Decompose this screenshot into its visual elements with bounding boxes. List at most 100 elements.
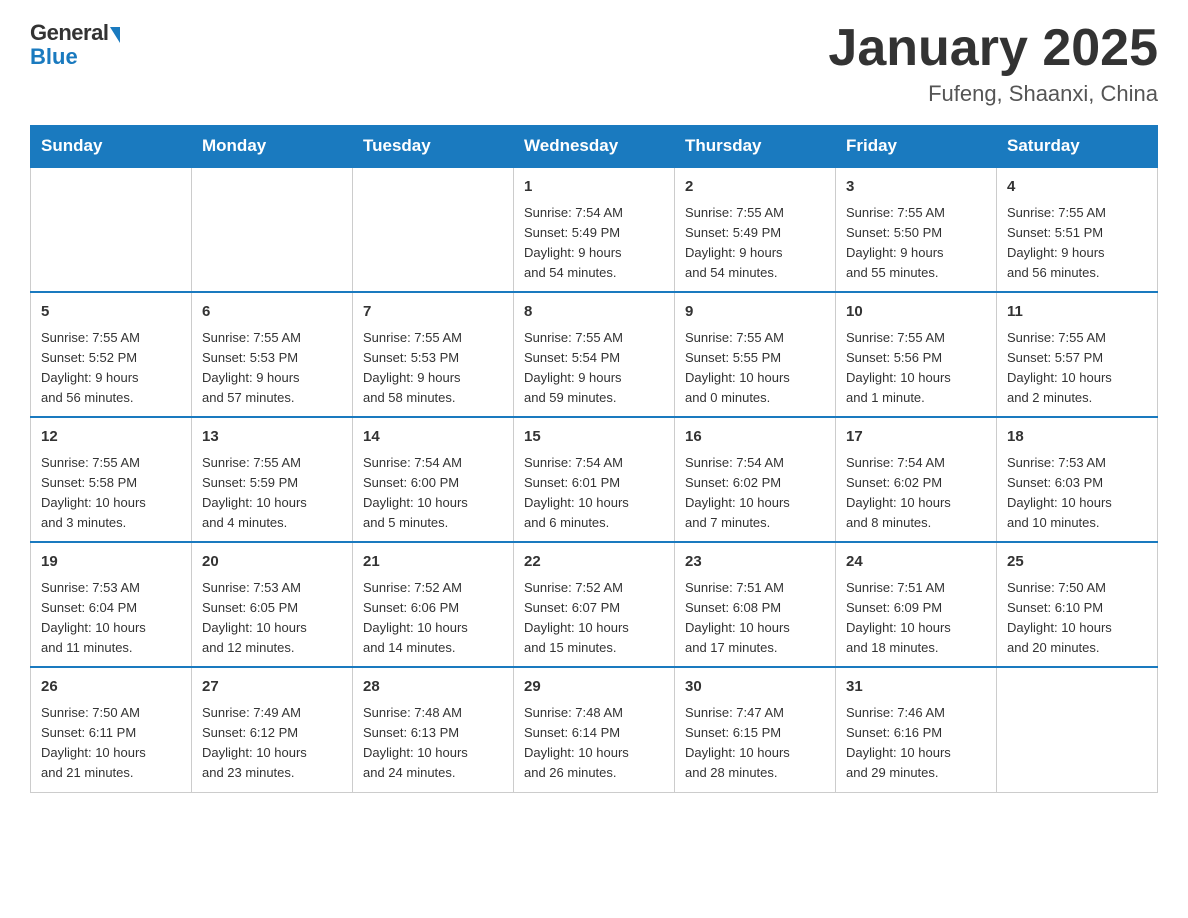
day-number: 8 bbox=[524, 301, 664, 324]
day-cell: 3 Sunrise: 7:55 AM Sunset: 5:50 PM Daylig… bbox=[836, 167, 997, 292]
day-number: 10 bbox=[846, 301, 986, 324]
day-info: Sunrise: 7:54 AM Sunset: 6:00 PM Dayligh… bbox=[363, 453, 503, 534]
day-info: Sunrise: 7:54 AM Sunset: 5:49 PM Dayligh… bbox=[524, 203, 664, 284]
day-cell: 16 Sunrise: 7:54 AM Sunset: 6:02 PM Dayli… bbox=[675, 417, 836, 542]
calendar-header: SundayMondayTuesdayWednesdayThursdayFrid… bbox=[31, 126, 1158, 168]
day-info: Sunrise: 7:51 AM Sunset: 6:09 PM Dayligh… bbox=[846, 578, 986, 659]
day-number: 20 bbox=[202, 551, 342, 574]
day-number: 1 bbox=[524, 176, 664, 199]
logo: General Blue bbox=[30, 20, 120, 70]
day-cell: 28Sunrise: 7:48 AM Sunset: 6:13 PM Dayli… bbox=[353, 667, 514, 792]
day-info: Sunrise: 7:54 AM Sunset: 6:02 PM Dayligh… bbox=[846, 453, 986, 534]
header-cell-friday: Friday bbox=[836, 126, 997, 168]
day-cell: 22 Sunrise: 7:52 AM Sunset: 6:07 PM Dayli… bbox=[514, 542, 675, 667]
day-info: Sunrise: 7:55 AM Sunset: 5:58 PM Dayligh… bbox=[41, 453, 181, 534]
week-row-1: 5Sunrise: 7:55 AM Sunset: 5:52 PM Daylig… bbox=[31, 292, 1158, 417]
day-info: Sunrise: 7:55 AM Sunset: 5:49 PM Dayligh… bbox=[685, 203, 825, 284]
calendar-body: 1 Sunrise: 7:54 AM Sunset: 5:49 PM Daylig… bbox=[31, 167, 1158, 792]
title-block: January 2025 Fufeng, Shaanxi, China bbox=[828, 20, 1158, 107]
day-number: 2 bbox=[685, 176, 825, 199]
week-row-2: 12 Sunrise: 7:55 AM Sunset: 5:58 PM Dayli… bbox=[31, 417, 1158, 542]
day-number: 26 bbox=[41, 676, 181, 699]
week-row-4: 26 Sunrise: 7:50 AM Sunset: 6:11 PM Dayli… bbox=[31, 667, 1158, 792]
day-number: 25 bbox=[1007, 551, 1147, 574]
week-row-0: 1 Sunrise: 7:54 AM Sunset: 5:49 PM Daylig… bbox=[31, 167, 1158, 292]
day-number: 17 bbox=[846, 426, 986, 449]
day-cell bbox=[192, 167, 353, 292]
logo-general-text: General bbox=[30, 20, 108, 46]
day-cell bbox=[31, 167, 192, 292]
day-info: Sunrise: 7:54 AM Sunset: 6:01 PM Dayligh… bbox=[524, 453, 664, 534]
day-info: Sunrise: 7:49 AM Sunset: 6:12 PM Dayligh… bbox=[202, 703, 342, 784]
day-info: Sunrise: 7:53 AM Sunset: 6:04 PM Dayligh… bbox=[41, 578, 181, 659]
day-info: Sunrise: 7:54 AM Sunset: 6:02 PM Dayligh… bbox=[685, 453, 825, 534]
week-row-3: 19 Sunrise: 7:53 AM Sunset: 6:04 PM Dayli… bbox=[31, 542, 1158, 667]
day-info: Sunrise: 7:55 AM Sunset: 5:51 PM Dayligh… bbox=[1007, 203, 1147, 284]
day-cell: 30Sunrise: 7:47 AM Sunset: 6:15 PM Dayli… bbox=[675, 667, 836, 792]
day-number: 29 bbox=[524, 676, 664, 699]
header-cell-saturday: Saturday bbox=[997, 126, 1158, 168]
header-cell-monday: Monday bbox=[192, 126, 353, 168]
day-info: Sunrise: 7:55 AM Sunset: 5:50 PM Dayligh… bbox=[846, 203, 986, 284]
day-cell: 23 Sunrise: 7:51 AM Sunset: 6:08 PM Dayli… bbox=[675, 542, 836, 667]
day-cell: 31 Sunrise: 7:46 AM Sunset: 6:16 PM Dayli… bbox=[836, 667, 997, 792]
day-cell: 14Sunrise: 7:54 AM Sunset: 6:00 PM Dayli… bbox=[353, 417, 514, 542]
day-number: 12 bbox=[41, 426, 181, 449]
day-number: 16 bbox=[685, 426, 825, 449]
day-info: Sunrise: 7:48 AM Sunset: 6:14 PM Dayligh… bbox=[524, 703, 664, 784]
day-cell: 5Sunrise: 7:55 AM Sunset: 5:52 PM Daylig… bbox=[31, 292, 192, 417]
day-info: Sunrise: 7:55 AM Sunset: 5:56 PM Dayligh… bbox=[846, 328, 986, 409]
day-number: 30 bbox=[685, 676, 825, 699]
day-number: 9 bbox=[685, 301, 825, 324]
day-number: 19 bbox=[41, 551, 181, 574]
day-info: Sunrise: 7:55 AM Sunset: 5:54 PM Dayligh… bbox=[524, 328, 664, 409]
day-info: Sunrise: 7:52 AM Sunset: 6:07 PM Dayligh… bbox=[524, 578, 664, 659]
day-info: Sunrise: 7:55 AM Sunset: 5:52 PM Dayligh… bbox=[41, 328, 181, 409]
day-cell: 4 Sunrise: 7:55 AM Sunset: 5:51 PM Daylig… bbox=[997, 167, 1158, 292]
day-cell: 27Sunrise: 7:49 AM Sunset: 6:12 PM Dayli… bbox=[192, 667, 353, 792]
day-number: 6 bbox=[202, 301, 342, 324]
day-info: Sunrise: 7:55 AM Sunset: 5:57 PM Dayligh… bbox=[1007, 328, 1147, 409]
day-cell: 29 Sunrise: 7:48 AM Sunset: 6:14 PM Dayli… bbox=[514, 667, 675, 792]
day-info: Sunrise: 7:50 AM Sunset: 6:10 PM Dayligh… bbox=[1007, 578, 1147, 659]
day-cell: 2 Sunrise: 7:55 AM Sunset: 5:49 PM Daylig… bbox=[675, 167, 836, 292]
day-number: 23 bbox=[685, 551, 825, 574]
day-info: Sunrise: 7:46 AM Sunset: 6:16 PM Dayligh… bbox=[846, 703, 986, 784]
day-info: Sunrise: 7:52 AM Sunset: 6:06 PM Dayligh… bbox=[363, 578, 503, 659]
day-cell: 21Sunrise: 7:52 AM Sunset: 6:06 PM Dayli… bbox=[353, 542, 514, 667]
day-number: 18 bbox=[1007, 426, 1147, 449]
day-cell: 18 Sunrise: 7:53 AM Sunset: 6:03 PM Dayli… bbox=[997, 417, 1158, 542]
day-info: Sunrise: 7:50 AM Sunset: 6:11 PM Dayligh… bbox=[41, 703, 181, 784]
day-info: Sunrise: 7:48 AM Sunset: 6:13 PM Dayligh… bbox=[363, 703, 503, 784]
day-number: 4 bbox=[1007, 176, 1147, 199]
day-cell: 20Sunrise: 7:53 AM Sunset: 6:05 PM Dayli… bbox=[192, 542, 353, 667]
day-cell: 9Sunrise: 7:55 AM Sunset: 5:55 PM Daylig… bbox=[675, 292, 836, 417]
location-text: Fufeng, Shaanxi, China bbox=[828, 81, 1158, 107]
day-number: 24 bbox=[846, 551, 986, 574]
day-info: Sunrise: 7:53 AM Sunset: 6:03 PM Dayligh… bbox=[1007, 453, 1147, 534]
day-number: 11 bbox=[1007, 301, 1147, 324]
day-cell: 25 Sunrise: 7:50 AM Sunset: 6:10 PM Dayli… bbox=[997, 542, 1158, 667]
header-row: SundayMondayTuesdayWednesdayThursdayFrid… bbox=[31, 126, 1158, 168]
header-cell-sunday: Sunday bbox=[31, 126, 192, 168]
day-cell: 19 Sunrise: 7:53 AM Sunset: 6:04 PM Dayli… bbox=[31, 542, 192, 667]
day-info: Sunrise: 7:51 AM Sunset: 6:08 PM Dayligh… bbox=[685, 578, 825, 659]
day-number: 22 bbox=[524, 551, 664, 574]
header-cell-wednesday: Wednesday bbox=[514, 126, 675, 168]
day-cell: 8 Sunrise: 7:55 AM Sunset: 5:54 PM Daylig… bbox=[514, 292, 675, 417]
day-cell: 24 Sunrise: 7:51 AM Sunset: 6:09 PM Dayli… bbox=[836, 542, 997, 667]
page-header: General Blue January 2025 Fufeng, Shaanx… bbox=[30, 20, 1158, 107]
day-cell: 6Sunrise: 7:55 AM Sunset: 5:53 PM Daylig… bbox=[192, 292, 353, 417]
day-cell: 26 Sunrise: 7:50 AM Sunset: 6:11 PM Dayli… bbox=[31, 667, 192, 792]
day-number: 7 bbox=[363, 301, 503, 324]
day-cell: 13 Sunrise: 7:55 AM Sunset: 5:59 PM Dayli… bbox=[192, 417, 353, 542]
day-cell: 1 Sunrise: 7:54 AM Sunset: 5:49 PM Daylig… bbox=[514, 167, 675, 292]
day-info: Sunrise: 7:55 AM Sunset: 5:59 PM Dayligh… bbox=[202, 453, 342, 534]
day-cell bbox=[353, 167, 514, 292]
day-number: 31 bbox=[846, 676, 986, 699]
day-number: 3 bbox=[846, 176, 986, 199]
day-cell: 17 Sunrise: 7:54 AM Sunset: 6:02 PM Dayli… bbox=[836, 417, 997, 542]
day-cell: 7Sunrise: 7:55 AM Sunset: 5:53 PM Daylig… bbox=[353, 292, 514, 417]
day-number: 13 bbox=[202, 426, 342, 449]
calendar-table: SundayMondayTuesdayWednesdayThursdayFrid… bbox=[30, 125, 1158, 792]
